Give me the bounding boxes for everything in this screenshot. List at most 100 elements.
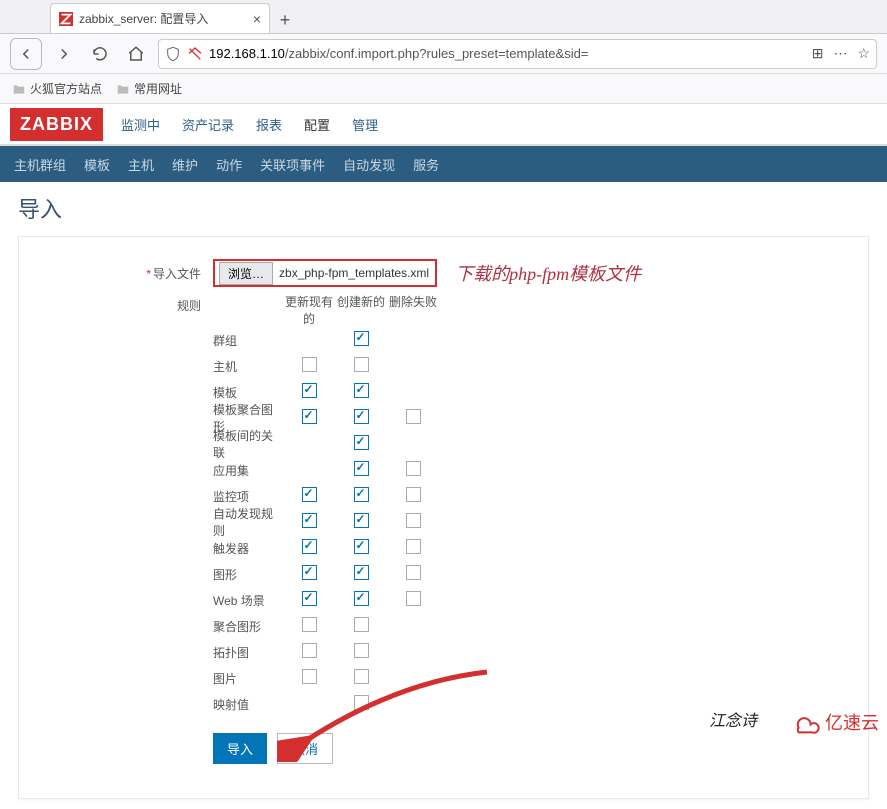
submenu-actions[interactable]: 动作 <box>216 155 242 174</box>
button-row: 导入 取消 <box>213 733 439 764</box>
checkbox[interactable] <box>406 565 421 580</box>
rule-label: 监控项 <box>213 488 283 505</box>
checkbox[interactable] <box>302 513 317 528</box>
checkbox[interactable] <box>354 435 369 450</box>
checkbox[interactable] <box>406 591 421 606</box>
submenu-templates[interactable]: 模板 <box>84 155 110 174</box>
checkbox[interactable] <box>354 513 369 528</box>
checkbox[interactable] <box>354 643 369 658</box>
checkbox[interactable] <box>354 617 369 632</box>
back-button[interactable] <box>10 38 42 70</box>
checkbox[interactable] <box>354 409 369 424</box>
checkbox[interactable] <box>354 669 369 684</box>
rules-grid: 更新现有的 创建新的 删除失败 群组主机模板模板聚合图形模板间的关联应用集监控项… <box>213 293 439 764</box>
checkbox[interactable] <box>354 383 369 398</box>
zabbix-logo[interactable]: ZABBIX <box>10 108 103 141</box>
submenu-correlation[interactable]: 关联项事件 <box>260 155 325 174</box>
submenu-maintenance[interactable]: 维护 <box>172 155 198 174</box>
rule-row: 触发器 <box>213 535 439 561</box>
bookmark-item[interactable]: 火狐官方站点 <box>12 80 102 97</box>
checkbox[interactable] <box>406 409 421 424</box>
menu-configuration[interactable]: 配置 <box>304 115 330 134</box>
file-input-box[interactable]: 浏览… zbx_php-fpm_templates.xml <box>213 259 437 287</box>
checkbox[interactable] <box>354 539 369 554</box>
checkbox[interactable] <box>302 591 317 606</box>
rule-label: 应用集 <box>213 462 283 479</box>
url-bar[interactable]: 192.168.1.10/zabbix/conf.import.php?rule… <box>158 39 877 69</box>
close-tab-icon[interactable]: × <box>253 11 261 27</box>
rule-row: 图片 <box>213 665 439 691</box>
checkbox[interactable] <box>302 617 317 632</box>
rule-label: 主机 <box>213 358 283 375</box>
rule-label: 模板 <box>213 384 283 401</box>
rule-label: 群组 <box>213 332 283 349</box>
forward-button[interactable] <box>50 40 78 68</box>
rule-label: 触发器 <box>213 540 283 557</box>
new-tab-button[interactable]: + <box>270 10 300 33</box>
submenu-hostgroups[interactable]: 主机群组 <box>14 155 66 174</box>
more-actions-icon[interactable]: ⋯ <box>833 45 847 62</box>
rule-label: 拓扑图 <box>213 644 283 661</box>
checkbox[interactable] <box>354 331 369 346</box>
rule-label: 模板间的关联 <box>213 427 283 461</box>
rule-row: 应用集 <box>213 457 439 483</box>
bookmark-star-icon[interactable]: ☆ <box>857 45 870 62</box>
rule-row: 主机 <box>213 353 439 379</box>
checkbox[interactable] <box>354 487 369 502</box>
menu-administration[interactable]: 管理 <box>352 115 378 134</box>
rule-headers: 更新现有的 创建新的 删除失败 <box>283 293 439 327</box>
menu-inventory[interactable]: 资产记录 <box>182 115 234 134</box>
rule-row: Web 场景 <box>213 587 439 613</box>
checkbox[interactable] <box>302 409 317 424</box>
checkbox[interactable] <box>406 487 421 502</box>
browser-tab[interactable]: zabbix_server: 配置导入 × <box>50 3 270 33</box>
checkbox[interactable] <box>354 695 369 710</box>
checkbox[interactable] <box>302 357 317 372</box>
checkbox[interactable] <box>354 357 369 372</box>
file-name: zbx_php-fpm_templates.xml <box>277 266 435 280</box>
submenu-discovery[interactable]: 自动发现 <box>343 155 395 174</box>
reload-button[interactable] <box>86 40 114 68</box>
checkbox[interactable] <box>354 461 369 476</box>
checkbox[interactable] <box>406 461 421 476</box>
folder-icon <box>116 82 130 96</box>
zabbix-top-bar: ZABBIX 监测中 资产记录 报表 配置 管理 <box>0 104 887 146</box>
checkbox[interactable] <box>302 565 317 580</box>
checkbox[interactable] <box>302 669 317 684</box>
browse-button[interactable]: 浏览… <box>219 262 273 285</box>
rule-row: 聚合图形 <box>213 613 439 639</box>
bookmark-item[interactable]: 常用网址 <box>116 80 182 97</box>
file-label: *导入文件 <box>43 265 213 282</box>
cancel-button[interactable]: 取消 <box>277 733 333 764</box>
submenu-services[interactable]: 服务 <box>413 155 439 174</box>
site-slash-icon <box>187 46 203 62</box>
checkbox[interactable] <box>354 565 369 580</box>
zabbix-favicon-icon <box>59 12 73 26</box>
rule-label: 聚合图形 <box>213 618 283 635</box>
rules-label: 规则 <box>43 293 213 314</box>
bookmarks-bar: 火狐官方站点 常用网址 <box>0 74 887 104</box>
shield-icon <box>165 46 181 62</box>
user-menu-placeholder <box>849 110 877 138</box>
rule-label: Web 场景 <box>213 592 283 609</box>
rule-row: 拓扑图 <box>213 639 439 665</box>
home-button[interactable] <box>122 40 150 68</box>
rule-row: 模板间的关联 <box>213 431 439 457</box>
rule-label: 图片 <box>213 670 283 687</box>
checkbox[interactable] <box>406 539 421 554</box>
checkbox[interactable] <box>302 539 317 554</box>
checkbox[interactable] <box>302 383 317 398</box>
checkbox[interactable] <box>406 513 421 528</box>
checkbox[interactable] <box>302 487 317 502</box>
cloud-icon <box>789 709 821 735</box>
checkbox[interactable] <box>302 643 317 658</box>
menu-monitoring[interactable]: 监测中 <box>121 115 160 134</box>
qr-icon[interactable]: ⊞ <box>812 45 824 62</box>
rule-row: 映射值 <box>213 691 439 717</box>
import-button[interactable]: 导入 <box>213 733 267 764</box>
menu-reports[interactable]: 报表 <box>256 115 282 134</box>
submenu-hosts[interactable]: 主机 <box>128 155 154 174</box>
checkbox[interactable] <box>354 591 369 606</box>
rule-label: 映射值 <box>213 696 283 713</box>
zabbix-sub-menu: 主机群组 模板 主机 维护 动作 关联项事件 自动发现 服务 <box>0 146 887 182</box>
